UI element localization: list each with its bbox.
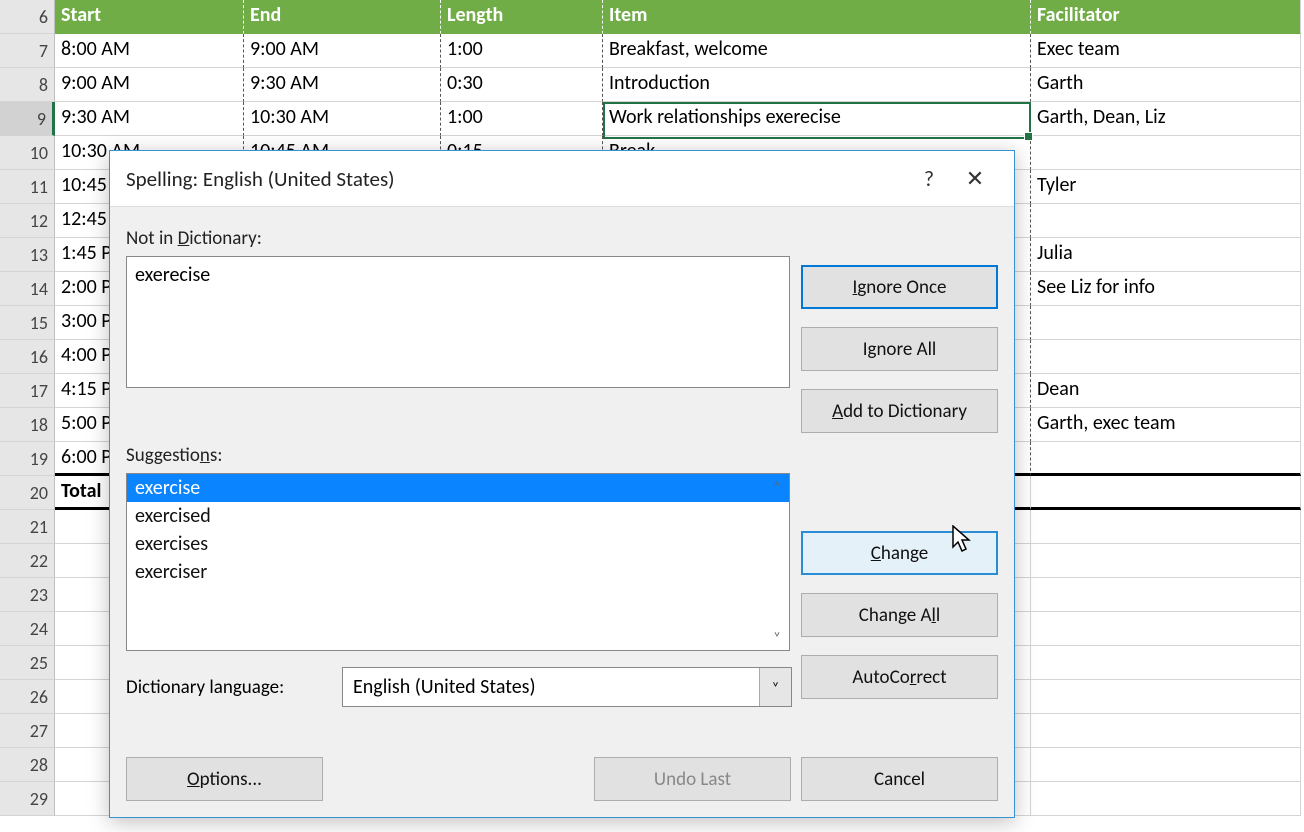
suggestion-item[interactable]: exercise <box>127 474 789 502</box>
table-row: 7 8:00 AM 9:00 AM 1:00 Breakfast, welcom… <box>0 34 1304 68</box>
cell[interactable] <box>1031 612 1301 646</box>
cell[interactable]: 10:30 AM <box>244 102 441 136</box>
row-number[interactable]: 15 <box>0 306 55 340</box>
dialog-titlebar[interactable]: Spelling: English (United States) ? ✕ <box>110 151 1014 207</box>
spelling-dialog: Spelling: English (United States) ? ✕ No… <box>109 150 1015 818</box>
col-end-header[interactable]: End <box>244 0 441 34</box>
dictionary-language-select[interactable]: English (United States) ˅ <box>342 667 792 707</box>
row-number[interactable]: 24 <box>0 612 55 646</box>
cell[interactable] <box>1031 510 1301 544</box>
cell[interactable]: Tyler <box>1031 170 1301 204</box>
row-number[interactable]: 13 <box>0 238 55 272</box>
col-start-header[interactable]: Start <box>55 0 244 34</box>
cell-active[interactable]: Work relationships exerecise <box>603 102 1031 136</box>
col-length-header[interactable]: Length <box>441 0 603 34</box>
change-button[interactable]: Change <box>801 531 998 575</box>
ignore-all-button[interactable]: Ignore All <box>801 327 998 371</box>
row-number[interactable]: 18 <box>0 408 55 442</box>
cell[interactable] <box>1031 748 1301 782</box>
row-number[interactable]: 14 <box>0 272 55 306</box>
suggestion-item[interactable]: exercised <box>127 502 789 530</box>
row-number[interactable]: 11 <box>0 170 55 204</box>
col-facilitator-header[interactable]: Facilitator <box>1031 0 1301 34</box>
cell[interactable] <box>1031 680 1301 714</box>
header-row: 6 Start End Length Item Facilitator <box>0 0 1304 34</box>
cell[interactable]: 9:00 AM <box>55 68 244 102</box>
cell[interactable]: Breakfast, welcome <box>603 34 1031 68</box>
row-number[interactable]: 25 <box>0 646 55 680</box>
cell[interactable]: Garth <box>1031 68 1301 102</box>
suggestions-listbox[interactable]: exercise exercised exercises exerciser ˄… <box>126 473 790 651</box>
not-in-dictionary-label: Not in Dictionary: <box>126 227 998 250</box>
cell[interactable] <box>1031 340 1301 374</box>
cell[interactable]: Exec team <box>1031 34 1301 68</box>
chevron-down-icon[interactable]: ˅ <box>759 668 791 706</box>
cell[interactable]: Garth, Dean, Liz <box>1031 102 1301 136</box>
suggestion-item[interactable]: exercises <box>127 530 789 558</box>
cell[interactable] <box>1031 714 1301 748</box>
row-number[interactable]: 22 <box>0 544 55 578</box>
dictionary-language-label: Dictionary language: <box>126 676 328 699</box>
cancel-button[interactable]: Cancel <box>801 757 998 801</box>
close-icon[interactable]: ✕ <box>952 165 998 192</box>
cell[interactable]: See Liz for info <box>1031 272 1301 306</box>
dialog-title: Spelling: English (United States) <box>126 166 906 192</box>
cell[interactable]: Dean <box>1031 374 1301 408</box>
suggestion-item[interactable]: exerciser <box>127 558 789 586</box>
row-number[interactable]: 23 <box>0 578 55 612</box>
autocorrect-button[interactable]: AutoCorrect <box>801 655 998 699</box>
row-number[interactable]: 17 <box>0 374 55 408</box>
cell[interactable]: 1:00 <box>441 34 603 68</box>
not-in-dictionary-input[interactable]: exerecise <box>126 256 790 388</box>
row-number[interactable]: 12 <box>0 204 55 238</box>
scrollbar[interactable]: ˄ ˅ <box>765 474 789 650</box>
cell[interactable]: 0:30 <box>441 68 603 102</box>
undo-last-button[interactable]: Undo Last <box>594 757 791 801</box>
scroll-down-icon[interactable]: ˅ <box>773 629 781 646</box>
cell[interactable] <box>1031 136 1301 170</box>
change-all-button[interactable]: Change All <box>801 593 998 637</box>
row-number[interactable]: 16 <box>0 340 55 374</box>
cell[interactable] <box>1031 782 1301 816</box>
select-value: English (United States) <box>353 675 536 699</box>
row-number[interactable]: 7 <box>0 34 55 68</box>
row-number[interactable]: 9 <box>0 102 55 136</box>
scroll-up-icon[interactable]: ˄ <box>773 478 781 495</box>
add-to-dictionary-button[interactable]: Add to Dictionary <box>801 389 998 433</box>
cell[interactable] <box>1031 306 1301 340</box>
row-number[interactable]: 27 <box>0 714 55 748</box>
row-number[interactable]: 21 <box>0 510 55 544</box>
cell[interactable]: 9:00 AM <box>244 34 441 68</box>
cell[interactable]: 1:00 <box>441 102 603 136</box>
cell[interactable]: Garth, exec team <box>1031 408 1301 442</box>
col-item-header[interactable]: Item <box>603 0 1031 34</box>
cell[interactable] <box>1031 442 1301 476</box>
row-number[interactable]: 28 <box>0 748 55 782</box>
cell[interactable]: 8:00 AM <box>55 34 244 68</box>
row-number[interactable]: 29 <box>0 782 55 816</box>
table-row: 8 9:00 AM 9:30 AM 0:30 Introduction Gart… <box>0 68 1304 102</box>
ignore-once-button[interactable]: Ignore Once <box>801 265 998 309</box>
cell[interactable]: Introduction <box>603 68 1031 102</box>
table-row: 9 9:30 AM 10:30 AM 1:00 Work relationshi… <box>0 102 1304 136</box>
row-number[interactable]: 6 <box>0 0 55 34</box>
cell[interactable]: 9:30 AM <box>244 68 441 102</box>
cell[interactable]: 9:30 AM <box>55 102 244 136</box>
options-button[interactable]: Options... <box>126 757 323 801</box>
cell[interactable]: Julia <box>1031 238 1301 272</box>
row-number[interactable]: 8 <box>0 68 55 102</box>
row-number[interactable]: 26 <box>0 680 55 714</box>
row-number[interactable]: 10 <box>0 136 55 170</box>
dialog-bottom-row: Options... Undo Last Cancel <box>126 757 998 801</box>
dialog-button-column: Ignore Once Ignore All Add to Dictionary… <box>801 265 998 699</box>
cell[interactable] <box>1031 646 1301 680</box>
cell[interactable] <box>1031 544 1301 578</box>
row-number[interactable]: 20 <box>0 476 55 510</box>
cell[interactable] <box>1031 204 1301 238</box>
cell[interactable] <box>1031 476 1301 510</box>
row-number[interactable]: 19 <box>0 442 55 476</box>
cell[interactable] <box>1031 578 1301 612</box>
help-icon[interactable]: ? <box>906 165 952 192</box>
